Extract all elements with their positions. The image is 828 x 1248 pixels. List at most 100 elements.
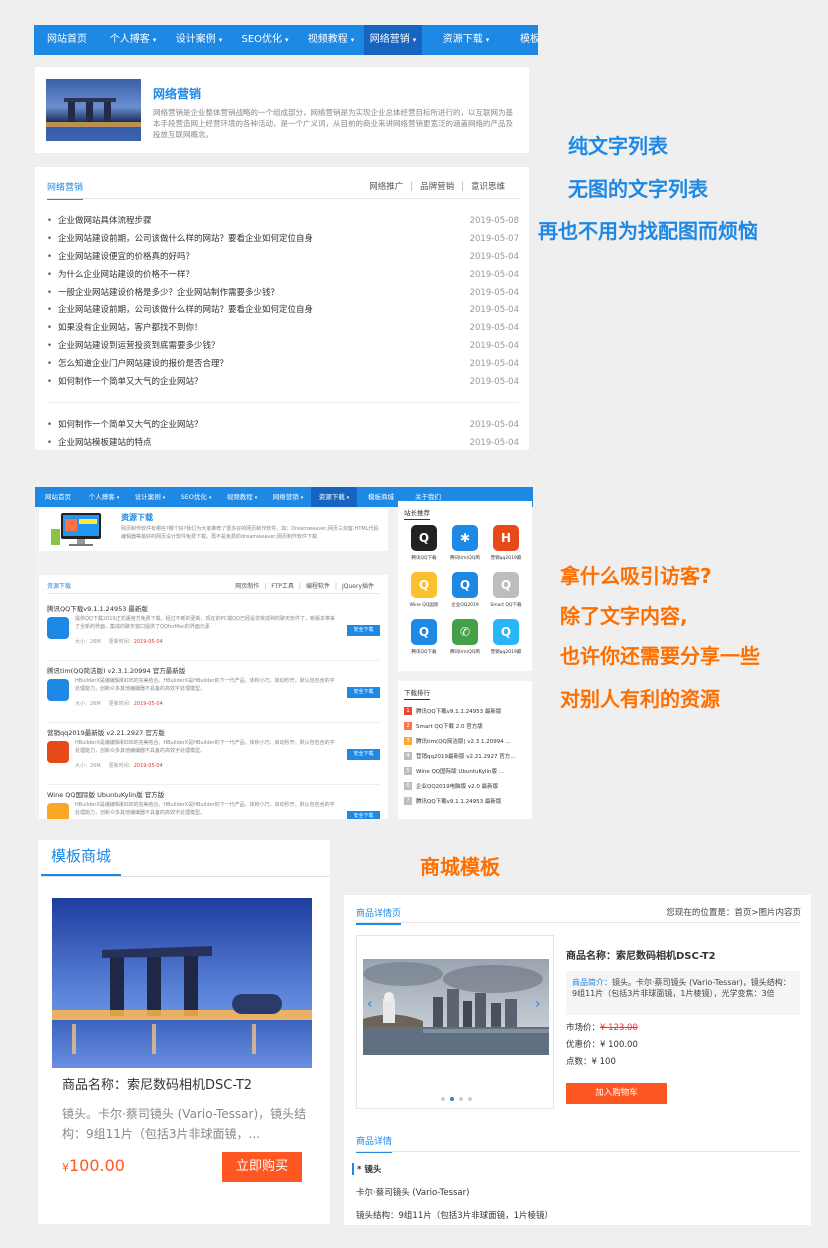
res-category-link-0[interactable]: 网页制作 (235, 583, 259, 590)
rank-item[interactable]: 3 腾讯tim(QQ简洁版) v2.3.1.20994 ... (404, 735, 528, 747)
recommend-item[interactable]: Q Smart QQ下载 (486, 572, 526, 617)
promo-line: 再也不用为找配图而烦恼 (538, 219, 758, 243)
article-title[interactable]: 企业网站建设便宜的价格真的好吗？ (58, 249, 194, 267)
recommend-item[interactable]: Q 腾讯QQ下载 (404, 619, 444, 664)
safe-download-button[interactable]: 安全下载 (347, 687, 380, 698)
article-title[interactable]: 企业做网站具体流程步骤 (58, 213, 152, 231)
rank-item[interactable]: 4 营销qq2019最新版 v2.21.2927 官方... (404, 750, 528, 762)
res-category-link-3[interactable]: JQuery插件 (342, 583, 374, 590)
tab-network-marketing[interactable]: 网络营销 (47, 180, 84, 200)
list-item[interactable]: • 如何制作一个简单又大气的企业网站？ 2019-05-04 (47, 417, 519, 435)
carousel-next-icon[interactable]: › (535, 996, 541, 1012)
carousel-dot[interactable] (468, 1097, 472, 1101)
list-item[interactable]: • 怎么知道企业门户网站建设的报价是否合理？ 2019-05-04 (47, 356, 519, 374)
resource-item-title[interactable]: 营销qq2019最新版 v2.21.2927 官方版 (47, 727, 165, 737)
resource-item-title[interactable]: 腾讯tim(QQ简洁版) v2.3.1.20994 官方最新版 (47, 665, 185, 675)
list-item[interactable]: • 企业网站模板建站的特点 2019-05-04 (47, 435, 519, 453)
category-link-1[interactable]: 品牌营销 (420, 182, 454, 192)
rank-number: 3 (404, 737, 412, 745)
recommend-item[interactable]: Q 营销qq2019最 (486, 619, 526, 664)
list-item[interactable]: • 企业网站建设前期，公司该做什么样的网站？要看企业如何定位自身 2019-05-0… (47, 302, 519, 320)
resource-item-title[interactable]: Wine QQ国际版 UbuntuKylin版 官方版 (47, 789, 164, 799)
time-value: 2019-05-04 (133, 763, 163, 769)
nav2-item-1[interactable]: 个人搏客 ▾ (81, 487, 127, 507)
carousel-dot[interactable] (450, 1097, 454, 1101)
article-title[interactable]: 企业网站建设前期，公司该做什么样的网站？要看企业如何定位自身 (58, 231, 313, 249)
resource-item-title[interactable]: 腾讯QQ下载v9.1.1.24953 最新版 (47, 603, 148, 613)
recommend-title: 站长推荐 (404, 507, 430, 520)
recommend-item[interactable]: H 营销qq2019最 (486, 525, 526, 570)
nav2-label: 关于我们 (415, 493, 441, 501)
article-title[interactable]: 如何制作一个简单又大气的企业网站？ (58, 417, 203, 435)
rank-item[interactable]: 7 腾讯QQ下载v9.1.1.24953 最新版 (404, 795, 528, 807)
sale-price-row: 优惠价：¥ 100.00 (566, 1038, 638, 1050)
list-item[interactable]: • 如何制作一个简单又大气的企业网站？ 2019-05-04 (47, 374, 519, 392)
rank-number: 7 (404, 797, 412, 805)
nav-item-2[interactable]: 设计案例 ▾ (166, 25, 232, 55)
list-item[interactable]: • 企业做网站具体流程步骤 2019-05-08 (47, 213, 519, 231)
tab-template-shop[interactable]: 模板商城 (41, 840, 122, 876)
nav-item-7[interactable]: 模板商城 (510, 25, 538, 55)
article-title[interactable]: 如果没有企业网站，客户都找不到你！ (58, 320, 203, 338)
article-title[interactable]: 为什么企业网站建设的价格不一样？ (58, 267, 194, 285)
nav-label: 模板商城 (520, 34, 538, 45)
safe-download-button[interactable]: 安全下载 (347, 625, 380, 636)
recommend-item[interactable]: Q 企业QQ2019 (445, 572, 485, 617)
res-category-link-1[interactable]: FTP工具 (271, 583, 294, 590)
article-title[interactable]: 怎么知道企业门户网站建设的报价是否合理？ (58, 356, 228, 374)
carousel-prev-icon[interactable]: ‹ (367, 996, 373, 1012)
bullet-icon: • (47, 251, 53, 262)
nav2-item-2[interactable]: 设计案例 ▾ (127, 487, 173, 507)
nav-item-6[interactable]: 资源下载 ▾ (422, 25, 510, 55)
nav2-item-6[interactable]: 资源下载 ▾ (311, 487, 357, 507)
nav-label: SEO优化 (241, 34, 283, 45)
link-separator: | (461, 182, 464, 192)
nav-label: 网络营销 (369, 34, 410, 45)
nav2-item-4[interactable]: 视频教程 ▾ (219, 487, 265, 507)
article-title[interactable]: 一般企业网站建设价格是多少？企业网站制作需要多少钱？ (58, 285, 279, 303)
article-title[interactable]: 企业网站建设前期，公司该做什么样的网站？要看企业如何定位自身 (58, 302, 313, 320)
rank-item[interactable]: 6 企业QQ2019电脑版 v2.0 最新版 (404, 780, 528, 792)
nav-item-0[interactable]: 网站首页 (34, 25, 100, 55)
category-link-2[interactable]: 意识思维 (471, 182, 505, 192)
shop-product-name[interactable]: 商品名称：索尼数码相机DSC-T2 (62, 1074, 252, 1093)
recommend-item[interactable]: ✆ 腾讯tim(QQ简 (445, 619, 485, 664)
rank-item[interactable]: 5 Wine QQ国际版 UbuntuKylin版 ... (404, 765, 528, 777)
list-item[interactable]: • 为什么企业网站建设的价格不一样？ 2019-05-04 (47, 267, 519, 285)
rank-title: 腾讯tim(QQ简洁版) v2.3.1.20994 ... (416, 739, 511, 745)
recommend-item[interactable]: Q 腾讯QQ下载 (404, 525, 444, 570)
list-item[interactable]: • 如果没有企业网站，客户都找不到你！ 2019-05-04 (47, 320, 519, 338)
list-item[interactable]: • 企业网站建设前期，公司该做什么样的网站？要看企业如何定位自身 2019-05-0… (47, 231, 519, 249)
recommend-item[interactable]: Q Wine QQ国际 (404, 572, 444, 617)
size-value: 26M (90, 763, 101, 769)
rank-item[interactable]: 1 腾讯QQ下载v9.1.1.24953 最新版 (404, 705, 528, 717)
nav-item-4[interactable]: 视频教程 ▾ (298, 25, 364, 55)
promo2-line: 也许你还需要分享一些 (560, 644, 760, 668)
nav2-item-0[interactable]: 网站首页 (35, 487, 81, 507)
recommend-item[interactable]: ✱ 腾讯tim(QQ简 (445, 525, 485, 570)
article-title[interactable]: 企业网站建设到运营投资到底需要多少钱？ (58, 338, 220, 356)
list-item[interactable]: • 企业网站建设便宜的价格真的好吗？ 2019-05-04 (47, 249, 519, 267)
safe-download-button[interactable]: 安全下载 (347, 749, 380, 760)
nav-item-5[interactable]: 网络营销 ▾ (364, 25, 422, 55)
nav-item-3[interactable]: SEO优化 ▾ (232, 25, 298, 55)
nav-item-1[interactable]: 个人搏客 ▾ (100, 25, 166, 55)
nav2-item-5[interactable]: 网络营销 ▾ (265, 487, 311, 507)
nav2-item-3[interactable]: SEO优化 ▾ (173, 487, 219, 507)
chevron-down-icon: ▾ (346, 495, 350, 501)
carousel-dot[interactable] (441, 1097, 445, 1101)
carousel-dot[interactable] (459, 1097, 463, 1101)
article-date: 2019-05-07 (469, 233, 519, 244)
list-item[interactable]: • 企业网站建设到运营投资到底需要多少钱？ 2019-05-04 (47, 338, 519, 356)
rank-item[interactable]: 2 Smart QQ下载 2.0 官方版 (404, 720, 528, 732)
buy-now-button[interactable]: 立即购买 (222, 1152, 302, 1182)
category-link-0[interactable]: 网络推广 (369, 182, 403, 192)
safe-download-button[interactable]: 安全下载 (347, 811, 380, 819)
list-item[interactable]: • 一般企业网站建设价格是多少？企业网站制作需要多少钱？ 2019-05-04 (47, 285, 519, 303)
add-to-cart-button[interactable]: 加入购物车 (566, 1083, 667, 1104)
app-icon: Q (452, 572, 478, 598)
res-category-link-2[interactable]: 编程软件 (306, 583, 330, 590)
article-title[interactable]: 如何制作一个简单又大气的企业网站？ (58, 374, 203, 392)
article-title[interactable]: 企业网站模板建站的特点 (58, 435, 152, 453)
tim-icon (47, 679, 69, 701)
